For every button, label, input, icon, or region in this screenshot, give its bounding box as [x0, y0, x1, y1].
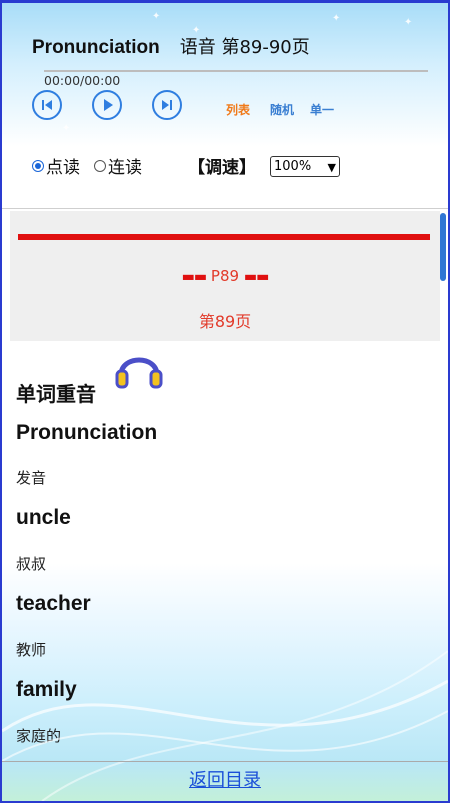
play-icon	[104, 99, 113, 111]
reading-mode-group: 点读 连读	[32, 153, 142, 178]
mode-single-button[interactable]: 单一	[310, 101, 334, 118]
scrollbar-thumb[interactable]	[440, 213, 446, 281]
speed-select-value: 100%	[274, 159, 312, 174]
sparkle-icon: ✦	[62, 123, 71, 134]
divider	[2, 208, 448, 209]
play-button[interactable]	[92, 90, 122, 120]
word-english[interactable]: uncle	[16, 506, 71, 530]
previous-button[interactable]	[32, 90, 62, 120]
page-number: P89	[210, 267, 240, 285]
back-to-contents-link[interactable]: 返回目录	[2, 766, 448, 792]
radio-point-read[interactable]	[32, 159, 44, 172]
next-button[interactable]	[152, 90, 182, 120]
page-number-row: ▬▬ P89 ▬▬	[10, 267, 440, 285]
audio-progress-bar[interactable]	[44, 70, 428, 72]
page-red-bar	[18, 234, 430, 240]
sparkle-icon: ✦	[404, 17, 413, 28]
word-chinese[interactable]: 发音	[16, 467, 46, 488]
background-swirl	[2, 650, 448, 801]
headphones-icon[interactable]	[114, 341, 164, 393]
radio-continuous-read[interactable]	[94, 159, 106, 172]
chevron-down-icon: ▼	[327, 161, 336, 174]
speed-select[interactable]: 100% ▼	[270, 156, 340, 177]
time-display: 00:00/00:00	[44, 73, 121, 88]
page-title: Pronunciation 语音 第89-90页	[32, 33, 310, 59]
section-title: 单词重音	[16, 382, 96, 406]
dash-decoration: ▬▬	[243, 268, 269, 285]
title-chinese: 语音 第89-90页	[179, 37, 310, 58]
radio-continuous-read-label[interactable]: 连读	[108, 153, 142, 178]
mode-random-button[interactable]: 随机	[270, 101, 294, 118]
skip-back-icon	[42, 100, 52, 110]
page-label: 第89页	[198, 312, 252, 331]
word-english[interactable]: Pronunciation	[16, 421, 157, 445]
dash-decoration: ▬▬	[181, 268, 207, 285]
sparkle-icon: ✦	[332, 13, 341, 24]
page-banner: ▬▬ P89 ▬▬ 第89页	[10, 211, 440, 341]
title-english: Pronunciation	[32, 37, 160, 58]
mode-list-button[interactable]: 列表	[226, 101, 250, 118]
sparkle-icon: ✦	[152, 11, 161, 22]
radio-point-read-label[interactable]: 点读	[46, 153, 80, 178]
speed-label: 【调速】	[188, 158, 256, 178]
footer-divider	[2, 761, 448, 762]
app-frame: ✦ ✦ ✦ ✦ ✦ Pronunciation 语音 第89-90页 00:00…	[0, 0, 450, 803]
skip-forward-icon	[162, 100, 172, 110]
